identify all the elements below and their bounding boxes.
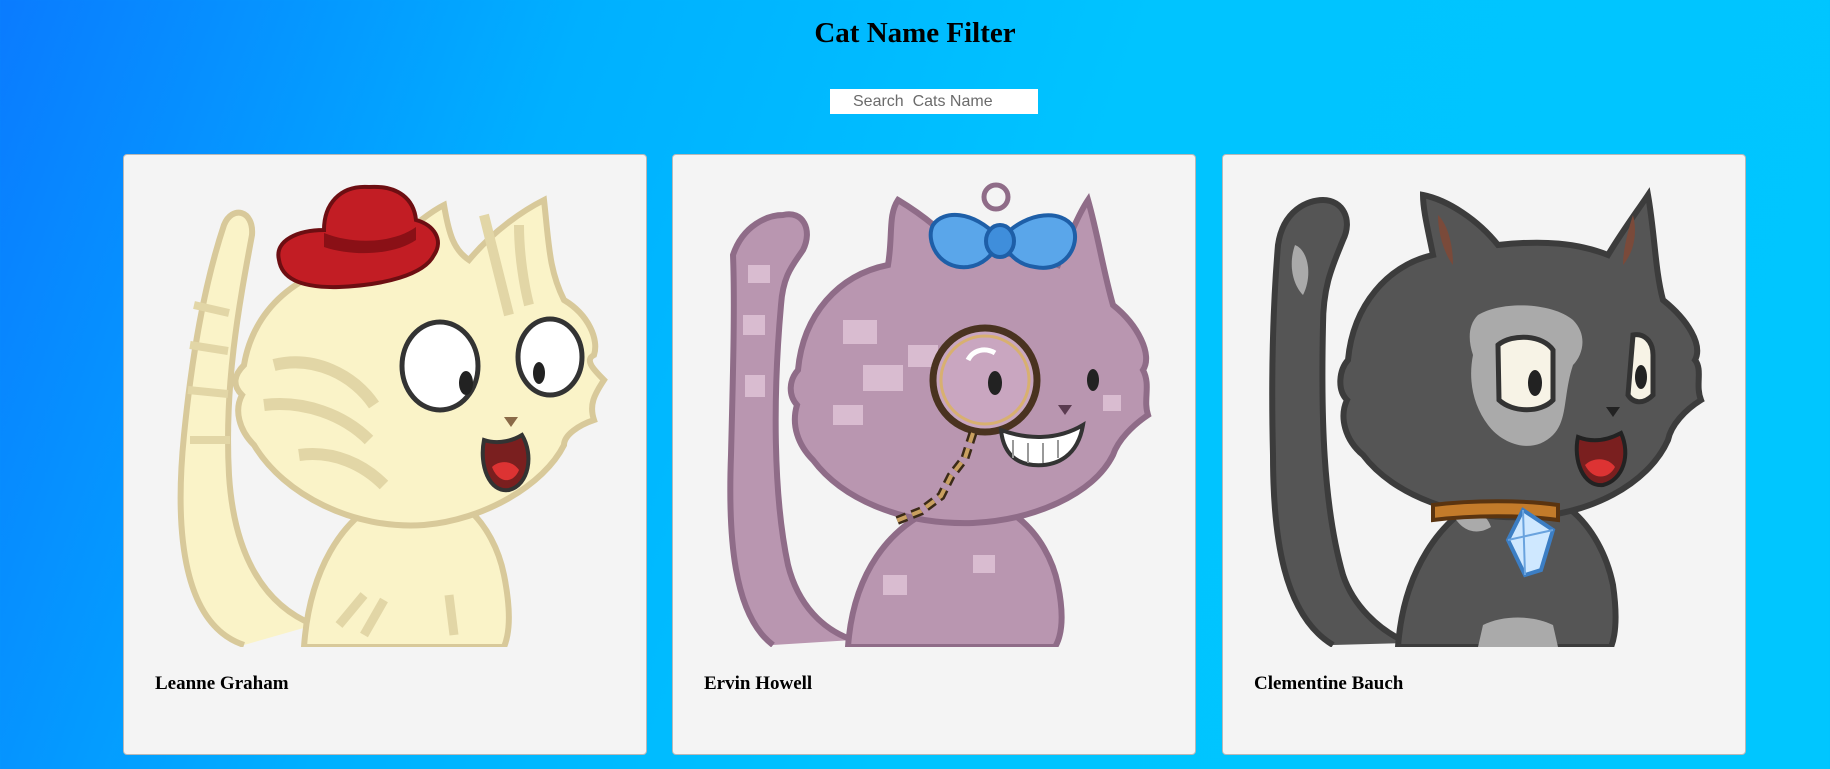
cat-card: Ervin Howell <box>672 154 1196 755</box>
cat-card: Leanne Graham <box>123 154 647 755</box>
cat-card: Clementine Bauch <box>1222 154 1746 755</box>
cat-name: Clementine Bauch <box>1254 673 1404 694</box>
grey-cat-diamond-collar-icon <box>1269 187 1705 647</box>
search-input[interactable] <box>830 89 1038 114</box>
cat-image <box>1223 155 1745 647</box>
purple-cat-monocle-bow-icon <box>727 182 1152 647</box>
page-title: Cat Name Filter <box>814 17 1016 49</box>
cat-image <box>673 155 1195 647</box>
cat-image <box>124 155 646 647</box>
cat-name: Leanne Graham <box>155 673 289 694</box>
cream-cat-red-hat-icon <box>177 184 608 647</box>
card-list: Leanne Graham Ervin Howell Clementine Ba… <box>123 154 1747 755</box>
cat-name: Ervin Howell <box>704 673 813 694</box>
